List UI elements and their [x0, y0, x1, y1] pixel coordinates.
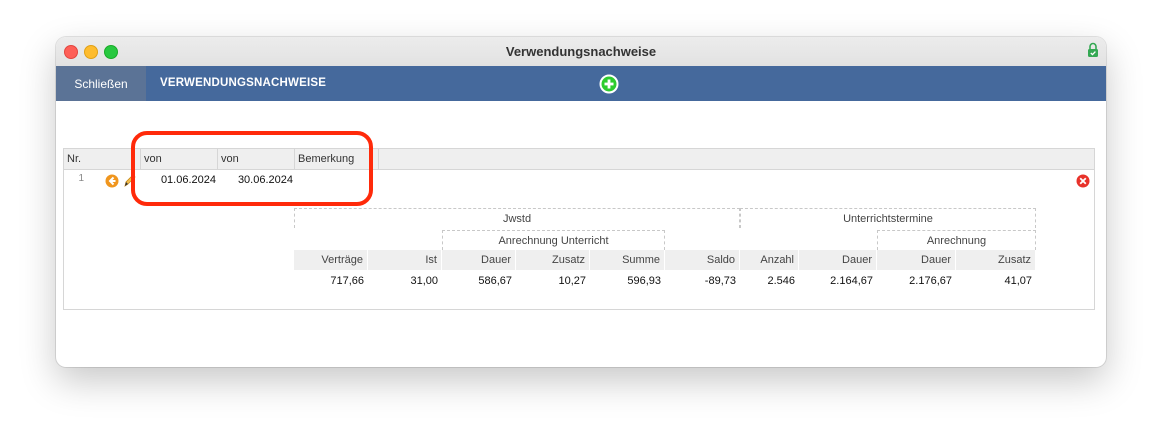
pencil-icon[interactable]	[123, 172, 137, 188]
val-anzahl: 2.546	[767, 275, 795, 287]
toolbar: Schließen VERWENDUNGSNACHWEISE	[56, 66, 1106, 101]
col-zusatz-unterricht: Zusatz	[516, 250, 590, 270]
col-header-bemerkung[interactable]: Bemerkung	[295, 149, 379, 169]
col-summe: Summe	[590, 250, 665, 270]
close-button[interactable]: Schließen	[56, 66, 146, 101]
group-anrechnung: Anrechnung	[877, 230, 1036, 250]
col-zusatz-anrechnung: Zusatz	[956, 250, 1036, 270]
stats-summary: Jwstd Unterrichtstermine Anrechnung Unte…	[294, 208, 1037, 293]
col-saldo: Saldo	[665, 250, 740, 270]
plus-circle-icon[interactable]	[598, 73, 620, 95]
col-header-nr: Nr.	[64, 149, 141, 169]
col-dauer-anrechnung: Dauer	[877, 250, 956, 270]
val-vertraege: 717,66	[330, 275, 364, 287]
val-zusatz-unterricht: 10,27	[558, 275, 586, 287]
group-anrechnung-unterricht: Anrechnung Unterricht	[442, 230, 665, 250]
group-unterrichtstermine: Unterrichtstermine	[740, 208, 1036, 228]
table-header: Nr. von von Bemerkung	[64, 149, 1094, 170]
delete-circle-icon[interactable]	[1076, 174, 1090, 188]
lock-icon	[1088, 42, 1098, 57]
val-dauer-anrechnung: 2.176,67	[909, 275, 952, 287]
col-vertraege: Verträge	[294, 250, 368, 270]
title-bar: Verwendungsnachweise	[56, 37, 1106, 67]
group-jwstd: Jwstd	[294, 208, 740, 228]
col-header-von[interactable]: von	[141, 149, 218, 169]
val-saldo: -89,73	[704, 275, 736, 287]
val-dauer-unterricht: 586,67	[478, 275, 512, 287]
val-summe: 596,93	[627, 275, 661, 287]
arrow-left-circle-icon[interactable]	[105, 174, 119, 188]
row-number: 1	[78, 173, 84, 184]
app-window: Verwendungsnachweise Schließen VERWENDUN…	[56, 37, 1106, 367]
nachweise-table: Nr. von von Bemerkung 1 01.06.2024 30.06…	[63, 148, 1095, 310]
row-von-date: 01.06.2024	[160, 174, 216, 186]
val-zusatz-anrechnung: 41,07	[1004, 275, 1032, 287]
col-dauer-termine: Dauer	[799, 250, 877, 270]
window-title: Verwendungsnachweise	[505, 44, 657, 59]
col-dauer-unterricht: Dauer	[442, 250, 516, 270]
val-dauer-termine: 2.164,67	[830, 275, 873, 287]
val-ist: 31,00	[410, 275, 438, 287]
col-header-von-2[interactable]: von	[218, 149, 295, 169]
col-anzahl: Anzahl	[740, 250, 799, 270]
row-bis-date: 30.06.2024	[237, 174, 293, 186]
col-ist: Ist	[368, 250, 442, 270]
section-label: VERWENDUNGSNACHWEISE	[160, 77, 327, 89]
